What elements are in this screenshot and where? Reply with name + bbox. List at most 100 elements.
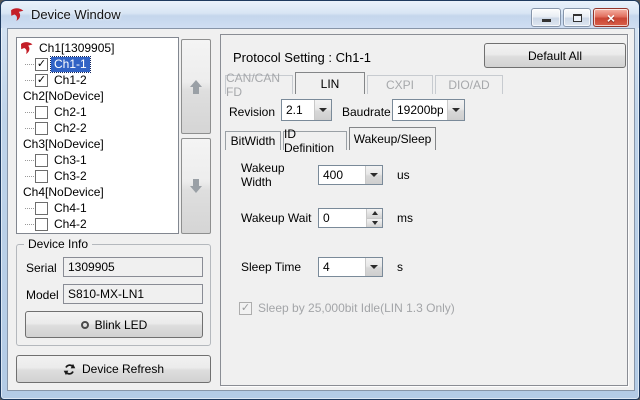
tree-item-label: Ch2-2 [51,121,90,136]
tree-item-ch3-1[interactable]: ✓ Ch3-1 [17,152,178,168]
checkbox-ch1-2[interactable]: ✓ [35,74,48,87]
default-all-label: Default All [528,49,582,63]
blink-led-button[interactable]: Blink LED [25,311,203,338]
chevron-down-icon [372,221,378,225]
tree-item-label: Ch3-2 [51,169,90,184]
spin-down-button[interactable] [367,218,382,228]
tree-item-ch4[interactable]: Ch4[NoDevice] [17,184,178,200]
tree-item-label: Ch4[NoDevice] [20,185,107,200]
app-logo-icon [10,7,25,22]
checkbox-ch2-2[interactable]: ✓ [35,122,48,135]
tab-label: ID Definition [284,127,346,155]
checkbox-ch4-1[interactable]: ✓ [35,202,48,215]
tree-item-label: Ch1-2 [51,73,90,88]
arrow-up-icon [190,80,202,94]
tree-item-label: Ch2-1 [51,105,90,120]
wakeup-wait-spinner[interactable] [318,208,383,228]
sleep-idle-checkbox: ✓ [239,302,252,315]
tree-connector [25,224,34,225]
tree-connector [25,112,34,113]
wakeup-width-combobox[interactable] [318,165,383,185]
model-field[interactable] [63,284,203,304]
protocol-panel: Protocol Setting : Ch1-1 Default All CAN… [220,34,628,386]
checkbox-ch3-1[interactable]: ✓ [35,154,48,167]
checkbox-ch3-2[interactable]: ✓ [35,170,48,183]
minimize-icon [542,19,551,22]
tab-id-definition[interactable]: ID Definition [283,131,347,150]
chevron-down-icon [452,108,460,112]
device-logo-icon [20,41,34,55]
revision-combobox[interactable] [281,99,332,121]
sleep-time-value[interactable] [319,258,365,276]
tree-item-label: Ch4-1 [51,201,90,216]
tree-item-label: Ch1-1 [51,57,90,72]
model-label: Model [26,288,59,302]
baudrate-dropdown-button[interactable] [447,100,464,120]
tree-item-ch2-2[interactable]: ✓ Ch2-2 [17,120,178,136]
tab-label: CAN/CAN FD [226,71,292,99]
close-button[interactable]: × [593,8,629,27]
tree-item-label: Ch2[NoDevice] [20,89,107,104]
unit-label: us [397,168,410,182]
checkbox-ch1-1[interactable]: ✓ [35,58,48,71]
protocol-setting-header: Protocol Setting : Ch1-1 [233,50,371,65]
minimize-button[interactable] [531,8,561,27]
maximize-icon [573,14,582,22]
tab-label: DIO/AD [448,78,489,92]
spin-up-button[interactable] [367,209,382,218]
tab-label: LIN [321,77,340,91]
wakeup-wait-value[interactable] [319,209,366,227]
blink-led-label: Blink LED [95,318,148,332]
move-up-button[interactable] [181,39,211,134]
tree-item-label: Ch1[1309905] [36,41,117,56]
channel-tree: Ch1[1309905] ✓ Ch1-1 ✓ Ch1-2 Ch2[NoDevic… [16,37,179,234]
tree-item-label: Ch4-2 [51,217,90,232]
tree-connector [25,128,34,129]
tab-bitwidth[interactable]: BitWidth [225,131,281,150]
sleep-time-dropdown-button[interactable] [365,258,382,276]
wakeup-wait-label: Wakeup Wait [241,211,318,225]
chevron-up-icon [372,211,378,215]
device-refresh-button[interactable]: Device Refresh [16,355,211,383]
baudrate-combobox[interactable] [392,99,465,121]
tree-item-ch4-1[interactable]: ✓ Ch4-1 [17,200,178,216]
checkbox-ch4-2[interactable]: ✓ [35,218,48,231]
baudrate-value[interactable] [393,100,447,120]
sleep-time-row: Sleep Time s [241,256,403,278]
refresh-icon [63,363,76,376]
wakeup-width-dropdown-button[interactable] [365,166,382,184]
tree-connector [25,64,34,65]
tab-lin[interactable]: LIN [295,72,365,94]
wakeup-width-value[interactable] [319,166,365,184]
sleep-time-combobox[interactable] [318,257,383,277]
tab-label: CXPI [386,78,414,92]
maximize-button[interactable] [563,8,591,27]
wakeup-width-label: Wakeup Width [241,161,318,189]
tree-item-ch1-2[interactable]: ✓ Ch1-2 [17,72,178,88]
default-all-button[interactable]: Default All [484,43,626,68]
arrow-down-icon [190,179,202,193]
revision-dropdown-button[interactable] [314,100,331,120]
serial-field[interactable] [63,257,203,277]
tab-label: BitWidth [231,134,276,148]
serial-label: Serial [26,261,57,275]
wakeup-width-row: Wakeup Width us [241,164,410,186]
tree-item-ch2-1[interactable]: ✓ Ch2-1 [17,104,178,120]
tree-item-label: Ch3-1 [51,153,90,168]
unit-label: ms [397,211,413,225]
revision-value[interactable] [282,100,314,120]
baudrate-label: Baudrate [342,105,391,119]
tree-item-ch3-2[interactable]: ✓ Ch3-2 [17,168,178,184]
move-down-button[interactable] [181,138,211,234]
sleep-idle-label: Sleep by 25,000bit Idle(LIN 1.3 Only) [258,301,455,315]
tree-item-ch1-1[interactable]: ✓ Ch1-1 [17,56,178,72]
device-window: Device Window × Ch1[1309905] ✓ Ch1-1 ✓ [0,0,640,400]
tree-item-ch2[interactable]: Ch2[NoDevice] [17,88,178,104]
title-bar[interactable]: Device Window × [1,1,639,28]
window-title: Device Window [31,7,121,22]
tree-item-ch3[interactable]: Ch3[NoDevice] [17,136,178,152]
tree-item-ch4-2[interactable]: ✓ Ch4-2 [17,216,178,232]
tab-wakeup-sleep[interactable]: Wakeup/Sleep [349,127,436,150]
checkbox-ch2-1[interactable]: ✓ [35,106,48,119]
tree-item-ch1[interactable]: Ch1[1309905] [17,40,178,56]
